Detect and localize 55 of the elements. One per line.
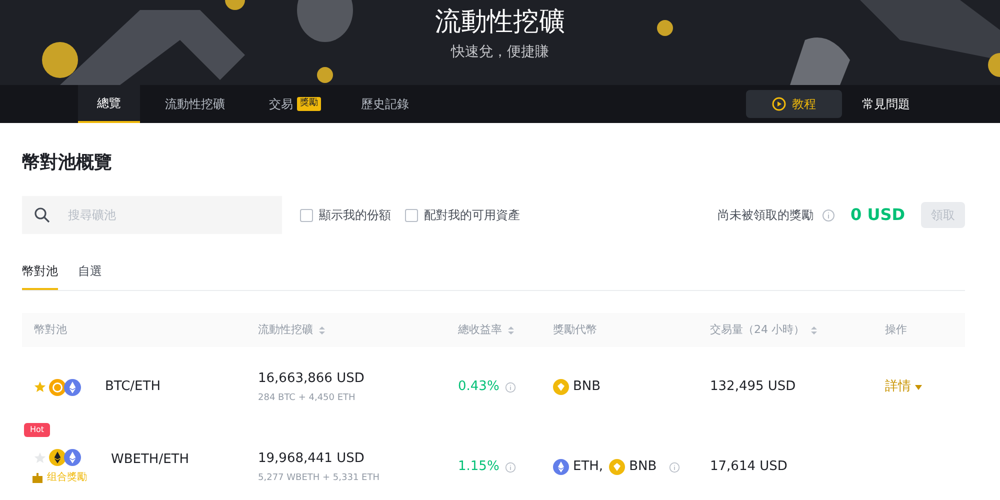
star-icon[interactable] (34, 381, 46, 393)
liquidity-detail: 5,277 WBETH + 5,331 ETH (258, 472, 380, 484)
sort-icon[interactable] (508, 326, 514, 334)
liquidity-detail: 284 BTC + 4,450 ETH (258, 392, 356, 404)
column-header: 操作 (885, 322, 907, 338)
sort-icon[interactable] (319, 326, 325, 334)
hot-badge: Hot (24, 423, 50, 437)
caret-icon (915, 384, 922, 390)
column-header: 交易量（24 小時） (710, 322, 804, 338)
faq-link[interactable]: 常見問題 (862, 95, 910, 113)
play-icon (772, 97, 786, 111)
volume-value: 132,495 USD (710, 378, 797, 396)
section-title: 幣對池概覽 (22, 151, 113, 175)
checkbox[interactable] (300, 208, 313, 222)
ether-coin-icon (49, 449, 66, 466)
reward-token: BNB (629, 458, 657, 476)
volume-value: 17,614 USD (710, 458, 788, 476)
reward-token: BNB (573, 378, 601, 396)
apr-value: 0.43% (458, 378, 500, 396)
tutorial-button[interactable]: 教程 (746, 90, 842, 118)
ether-coin-icon (64, 449, 81, 466)
rewards-label: 尚未被領取的獎勵 (718, 207, 814, 224)
nav-tab[interactable]: 流動性挖礦 (140, 85, 250, 123)
page-subtitle: 快速兌，便捷賺 (451, 43, 549, 62)
page-title: 流動性挖礦 (435, 6, 565, 39)
liquidity-value: 19,968,441 USD (258, 450, 366, 468)
search-icon (34, 207, 50, 223)
info-icon (822, 208, 834, 222)
sub-tab[interactable]: 自選 (78, 262, 102, 290)
liquidity-value: 16,663,866 USD (258, 370, 366, 388)
search-field[interactable]: 搜尋礦池 (22, 196, 282, 234)
nav-tab[interactable]: 交易 獎勵 (250, 85, 340, 123)
column-header: 幣對池 (34, 322, 67, 338)
column-header: 流動性挖礦 (258, 322, 313, 338)
pair-name[interactable]: WBETH/ETH (111, 450, 190, 470)
reward-amount: 0 USD (850, 204, 905, 226)
info-icon (505, 382, 516, 392)
sub-tab[interactable]: 幣對池 (22, 262, 58, 290)
checkbox-label[interactable]: 配對我的可用資產 (424, 206, 520, 224)
column-header: 獎勵代幣 (553, 322, 597, 338)
star-icon[interactable] (34, 452, 46, 464)
reward-badge: 獎勵 (297, 97, 321, 111)
nav-tab[interactable]: 歷史記錄 (340, 85, 430, 123)
nav-tab[interactable]: 總覽 (78, 85, 140, 123)
ether-coin-icon (64, 378, 81, 396)
combo-reward-label: 组合獎勵 (47, 470, 87, 485)
checkbox[interactable] (405, 208, 418, 222)
column-header: 總收益率 (458, 322, 502, 338)
pair-name[interactable]: BTC/ETH (105, 377, 160, 397)
sort-icon[interactable] (810, 326, 816, 334)
ether-coin-icon (553, 459, 569, 475)
checkbox-label[interactable]: 顯示我的份額 (319, 206, 391, 224)
reward-token: ETH, (573, 458, 604, 476)
apr-value: 1.15% (458, 458, 500, 476)
info-icon (505, 462, 516, 472)
